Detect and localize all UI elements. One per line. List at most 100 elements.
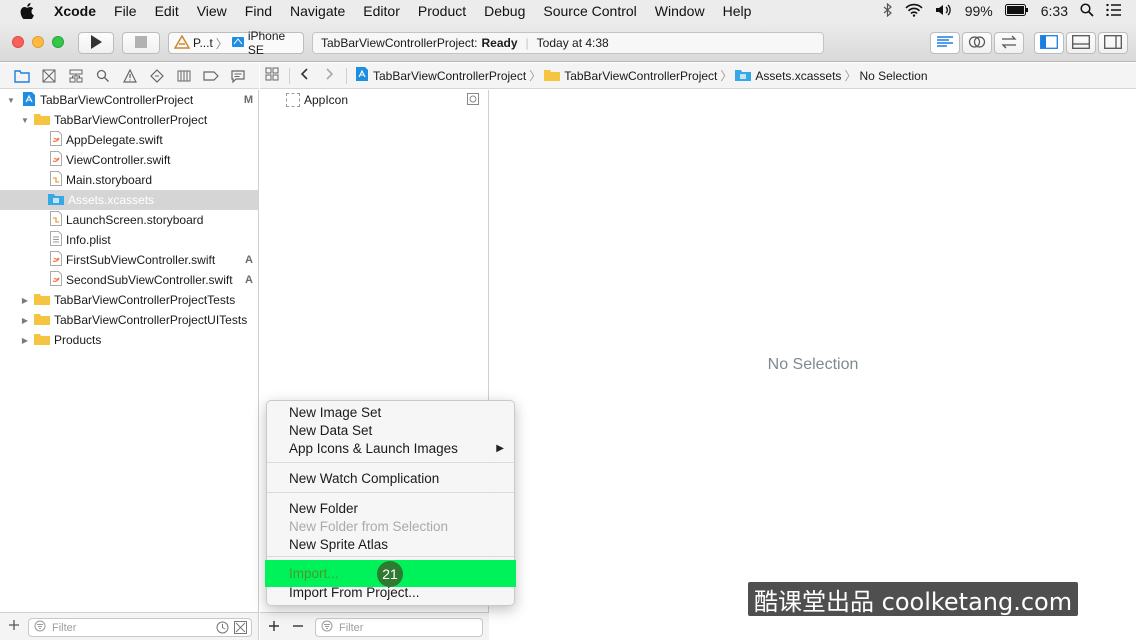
add-file-icon[interactable]	[8, 619, 20, 634]
folder-icon	[544, 68, 561, 84]
disclosure-closed-icon[interactable]: ▶	[20, 315, 30, 325]
spotlight-search-icon[interactable]	[1080, 2, 1094, 20]
tree-row-group[interactable]: ▶ Products	[0, 330, 259, 350]
test-navigator-icon[interactable]	[149, 68, 165, 84]
breadcrumb-assets[interactable]: Assets.xcassets	[735, 68, 841, 84]
menu-item-app-icons-launch-images[interactable]: App Icons & Launch Images ▶	[267, 439, 516, 457]
recent-files-icon[interactable]	[216, 621, 229, 637]
debug-navigator-icon[interactable]	[176, 68, 192, 84]
battery-percent[interactable]: 99%	[965, 3, 993, 19]
menu-editor[interactable]: Editor	[363, 3, 400, 19]
menu-item-new-data-set[interactable]: New Data Set	[267, 421, 516, 439]
minimize-window-button[interactable]	[32, 36, 44, 48]
assistant-editor-button[interactable]	[962, 32, 992, 54]
battery-icon[interactable]	[1004, 3, 1029, 19]
menu-debug[interactable]: Debug	[484, 3, 525, 19]
close-window-button[interactable]	[12, 36, 24, 48]
symbol-navigator-icon[interactable]	[68, 68, 84, 84]
bluetooth-icon[interactable]	[883, 2, 893, 20]
tree-row-label: TabBarViewControllerProjectUITests	[54, 313, 248, 327]
menu-source-control[interactable]: Source Control	[543, 3, 636, 19]
menu-item-new-watch-complication[interactable]: New Watch Complication	[267, 469, 516, 487]
navigator-filter-field[interactable]: Filter	[28, 618, 252, 637]
scheme-selector[interactable]: P...t 〉 iPhone SE	[168, 29, 304, 57]
toggle-utilities-button[interactable]	[1098, 32, 1128, 54]
toggle-navigator-button[interactable]	[1034, 32, 1064, 54]
tree-row-label: LaunchScreen.storyboard	[66, 213, 204, 227]
zoom-window-button[interactable]	[52, 36, 64, 48]
menu-item-new-image-set[interactable]: New Image Set	[267, 403, 516, 421]
clock[interactable]: 6:33	[1041, 3, 1068, 19]
swift-file-icon	[50, 151, 62, 169]
status-state: Ready	[481, 36, 518, 50]
standard-editor-button[interactable]	[930, 32, 960, 54]
tree-row-file-selected[interactable]: Assets.xcassets	[0, 190, 259, 210]
tree-row-group[interactable]: ▶ TabBarViewControllerProjectUITests	[0, 310, 259, 330]
tree-row-file[interactable]: Main.storyboard	[0, 170, 259, 190]
tree-row-file[interactable]: AppDelegate.swift	[0, 130, 259, 150]
menu-view[interactable]: View	[197, 3, 227, 19]
tree-row-label: TabBarViewControllerProjectTests	[54, 293, 236, 307]
menu-item-new-folder[interactable]: New Folder	[267, 499, 516, 517]
menu-item-import-from-project[interactable]: Import From Project...	[267, 583, 516, 601]
breadcrumb-project[interactable]: TabBarViewControllerProject	[355, 66, 526, 85]
breadcrumb-selection[interactable]: No Selection	[859, 69, 927, 83]
back-arrow-icon[interactable]	[300, 68, 308, 83]
menu-product[interactable]: Product	[418, 3, 466, 19]
tree-row-group[interactable]: ▶ TabBarViewControllerProjectTests	[0, 290, 259, 310]
remove-asset-icon[interactable]	[292, 620, 304, 635]
source-control-navigator-icon[interactable]	[41, 68, 57, 84]
asset-settings-icon[interactable]	[467, 93, 479, 108]
menu-app-name[interactable]: Xcode	[54, 3, 96, 19]
project-navigator-icon[interactable]	[14, 68, 30, 84]
tree-row-project[interactable]: ▼ TabBarViewControllerProject M	[0, 90, 259, 110]
tree-row-label: SecondSubViewController.swift	[66, 273, 233, 287]
tree-row-file[interactable]: SecondSubViewController.swift A	[0, 270, 259, 290]
run-button[interactable]	[78, 32, 114, 54]
project-icon	[355, 66, 369, 85]
breadcrumb-group[interactable]: TabBarViewControllerProject	[544, 68, 717, 84]
menu-item-label: App Icons & Launch Images	[289, 440, 458, 456]
menu-help[interactable]: Help	[723, 3, 752, 19]
add-asset-icon[interactable]	[268, 620, 280, 635]
asset-filter-field[interactable]: Filter	[315, 618, 483, 637]
find-navigator-icon[interactable]	[95, 68, 111, 84]
stop-button[interactable]	[122, 32, 160, 54]
apple-logo-icon[interactable]	[18, 2, 36, 20]
wifi-icon[interactable]	[905, 3, 923, 20]
volume-icon[interactable]	[935, 3, 953, 20]
issue-navigator-icon[interactable]	[122, 68, 138, 84]
status-divider: |	[525, 36, 529, 50]
folder-icon	[34, 112, 50, 128]
tree-row-file[interactable]: FirstSubViewController.swift A	[0, 250, 259, 270]
play-icon	[90, 34, 102, 52]
version-editor-button[interactable]	[994, 32, 1024, 54]
menu-separator	[267, 492, 516, 493]
tree-row-file[interactable]: LaunchScreen.storyboard	[0, 210, 259, 230]
menu-find[interactable]: Find	[245, 3, 272, 19]
scm-filter-icon[interactable]	[234, 621, 247, 637]
notification-center-icon[interactable]	[1106, 3, 1122, 19]
menu-window[interactable]: Window	[655, 3, 705, 19]
right-panel-icon	[1104, 34, 1122, 52]
disclosure-open-icon[interactable]: ▼	[6, 95, 16, 105]
menu-item-new-sprite-atlas[interactable]: New Sprite Atlas	[267, 535, 516, 553]
scheme-target-label: P...t	[193, 36, 213, 50]
tree-row-file[interactable]: Info.plist	[0, 230, 259, 250]
disclosure-closed-icon[interactable]: ▶	[20, 335, 30, 345]
toggle-debug-area-button[interactable]	[1066, 32, 1096, 54]
disclosure-closed-icon[interactable]: ▶	[20, 295, 30, 305]
report-navigator-icon[interactable]	[230, 68, 246, 84]
tree-row-file[interactable]: ViewController.swift	[0, 150, 259, 170]
breakpoint-navigator-icon[interactable]	[203, 68, 219, 84]
menu-edit[interactable]: Edit	[155, 3, 179, 19]
asset-row[interactable]: AppIcon	[260, 90, 489, 110]
menu-navigate[interactable]: Navigate	[290, 3, 345, 19]
asset-filter-bar: Filter	[260, 612, 489, 640]
menu-file[interactable]: File	[114, 3, 137, 19]
storyboard-icon	[50, 171, 62, 189]
disclosure-open-icon[interactable]: ▼	[20, 115, 30, 125]
tree-row-group[interactable]: ▼ TabBarViewControllerProject	[0, 110, 259, 130]
forward-arrow-icon[interactable]	[326, 68, 334, 83]
related-items-icon[interactable]	[265, 67, 279, 84]
